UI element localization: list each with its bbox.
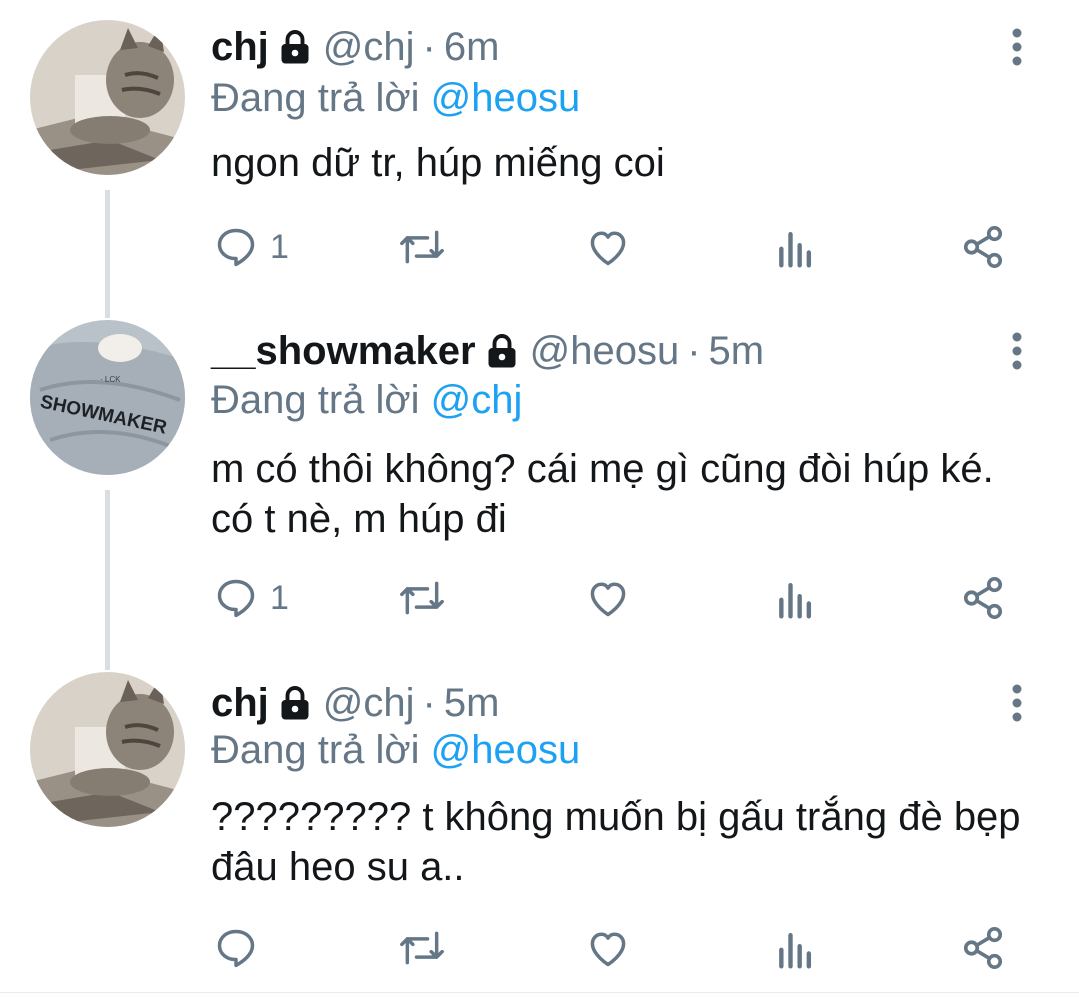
retweet-icon xyxy=(400,230,444,264)
display-name[interactable]: __showmaker xyxy=(211,329,476,374)
tweet-header: chj @chj · 6m xyxy=(211,22,499,72)
share-icon xyxy=(963,577,1003,619)
divider xyxy=(0,992,1079,993)
replying-to: Đang trả lời @chj xyxy=(211,378,522,423)
retweet-icon xyxy=(400,581,444,615)
svg-text:· LCK: · LCK xyxy=(100,375,121,384)
tweet[interactable]: SHOWMAKER · LCK __showmaker @heosu · 5m … xyxy=(0,320,1079,670)
tweet-header: __showmaker @heosu · 5m xyxy=(211,326,764,376)
tweet-text: ngon dữ tr, húp miếng coi xyxy=(211,138,1051,188)
tweet[interactable]: chj @chj · 5m Đang trả lời @heosu ??????… xyxy=(0,670,1079,992)
separator-dot: · xyxy=(422,24,436,69)
reply-button[interactable]: 1 xyxy=(214,217,289,277)
display-name[interactable]: chj xyxy=(211,25,269,70)
replying-prefix: Đang trả lời xyxy=(211,378,420,422)
separator-dot: · xyxy=(687,328,701,373)
share-button[interactable] xyxy=(960,918,1006,978)
display-name[interactable]: chj xyxy=(211,681,269,726)
retweet-button[interactable] xyxy=(398,568,446,628)
timestamp[interactable]: 5m xyxy=(709,329,765,374)
reply-button[interactable]: 1 xyxy=(214,568,289,628)
analytics-icon xyxy=(779,231,812,268)
like-button[interactable] xyxy=(585,918,631,978)
tweet-text-line: có t nè, m húp đi xyxy=(211,497,507,541)
handle[interactable]: @chj xyxy=(323,681,415,726)
analytics-icon xyxy=(779,582,812,619)
analytics-button[interactable] xyxy=(776,568,816,628)
share-button[interactable] xyxy=(960,568,1006,628)
more-vertical-icon[interactable] xyxy=(1000,678,1034,728)
reply-count: 1 xyxy=(270,227,289,266)
like-button[interactable] xyxy=(585,217,631,277)
replying-to: Đang trả lời @heosu xyxy=(211,76,580,121)
avatar[interactable] xyxy=(30,672,185,827)
timestamp[interactable]: 5m xyxy=(444,681,500,726)
tweet-text-line: ngon dữ tr, húp miếng coi xyxy=(211,141,665,185)
timestamp[interactable]: 6m xyxy=(444,25,500,70)
separator-dot: · xyxy=(422,680,436,725)
reply-count: 1 xyxy=(270,578,289,617)
replying-prefix: Đang trả lời xyxy=(211,76,420,120)
cat-avatar-image xyxy=(30,20,185,175)
cat-avatar-image xyxy=(30,672,185,827)
tweet-header: chj @chj · 5m xyxy=(211,678,499,728)
share-button[interactable] xyxy=(960,217,1006,277)
handle[interactable]: @heosu xyxy=(530,329,680,374)
lock-icon xyxy=(277,685,313,721)
lock-icon xyxy=(484,333,520,369)
like-button[interactable] xyxy=(585,568,631,628)
retweet-icon xyxy=(400,931,444,965)
tweet-text: ????????? t không muốn bị gấu trắng đè b… xyxy=(211,792,1051,892)
jacket-avatar-image: SHOWMAKER · LCK xyxy=(30,320,185,475)
mention-link[interactable]: @chj xyxy=(431,378,523,422)
tweet-text-line: ????????? t không muốn bị gấu trắng đè b… xyxy=(211,795,1021,839)
replying-prefix: Đang trả lời xyxy=(211,728,420,772)
avatar[interactable] xyxy=(30,20,185,175)
like-icon xyxy=(590,231,626,266)
mention-link[interactable]: @heosu xyxy=(431,76,581,120)
retweet-button[interactable] xyxy=(398,217,446,277)
more-vertical-icon[interactable] xyxy=(1000,22,1034,72)
reply-icon xyxy=(217,929,255,968)
mention-link[interactable]: @heosu xyxy=(431,728,581,772)
handle[interactable]: @chj xyxy=(323,25,415,70)
more-vertical-icon[interactable] xyxy=(1000,326,1034,376)
tweet-text-line: đâu heo su a.. xyxy=(211,845,465,889)
analytics-icon xyxy=(779,932,812,969)
reply-icon xyxy=(217,579,255,618)
tweet[interactable]: chj @chj · 6m Đang trả lời @heosu ngon d… xyxy=(0,0,1079,320)
replying-to: Đang trả lời @heosu xyxy=(211,728,580,773)
reply-icon xyxy=(217,228,255,267)
analytics-button[interactable] xyxy=(776,217,816,277)
share-icon xyxy=(963,927,1003,969)
reply-button[interactable] xyxy=(214,918,270,978)
avatar[interactable]: SHOWMAKER · LCK xyxy=(30,320,185,475)
retweet-button[interactable] xyxy=(398,918,446,978)
tweet-text-line: m có thôi không? cái mẹ gì cũng đòi húp … xyxy=(211,447,994,491)
lock-icon xyxy=(277,29,313,65)
analytics-button[interactable] xyxy=(776,918,816,978)
like-icon xyxy=(590,932,626,967)
share-icon xyxy=(963,226,1003,268)
tweet-text: m có thôi không? cái mẹ gì cũng đòi húp … xyxy=(211,444,1051,544)
like-icon xyxy=(590,582,626,617)
